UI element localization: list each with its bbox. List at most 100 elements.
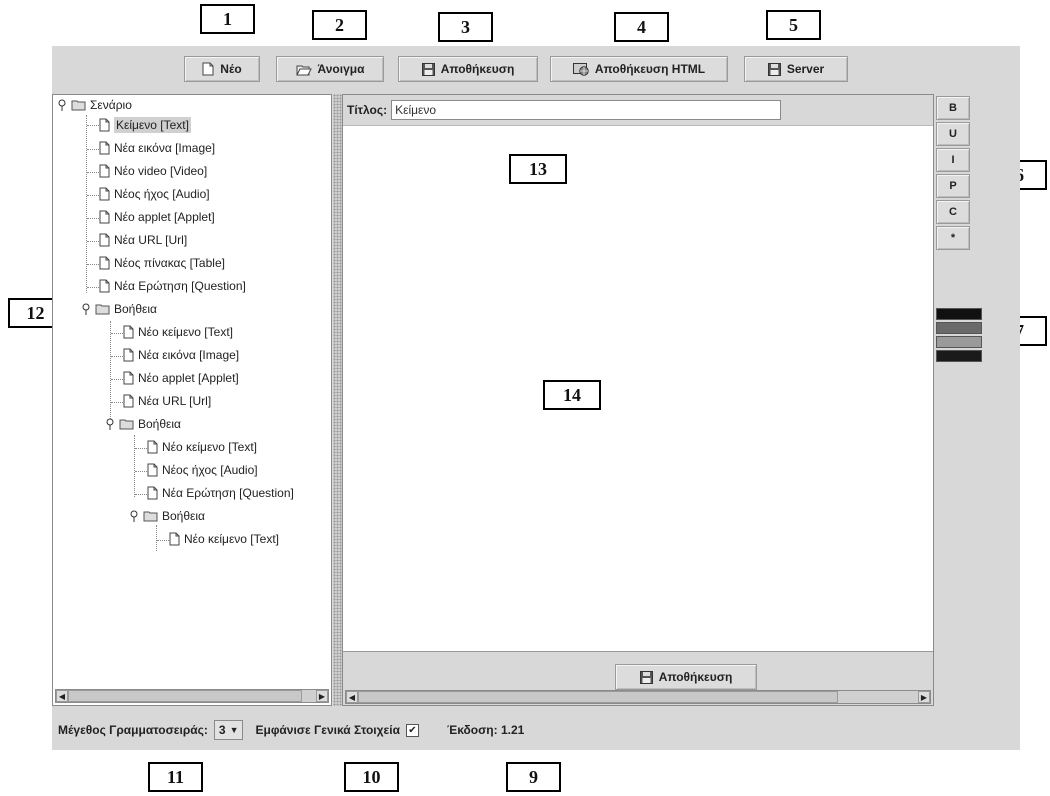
tree-node-label: Νέα URL [Url] — [114, 233, 188, 247]
tree-item[interactable]: Νέα εικόνα [Image] — [123, 345, 239, 365]
editor-horizontal-scrollbar[interactable]: ◀ ▶ — [345, 690, 931, 704]
folder-icon — [119, 418, 134, 430]
tree-connector — [157, 540, 169, 541]
tree-folder[interactable]: Βοήθεια — [105, 414, 181, 434]
folder-icon — [143, 510, 158, 522]
tree-item[interactable]: Νέο applet [Applet] — [99, 207, 215, 227]
expand-handle-icon[interactable] — [81, 303, 91, 315]
folder-icon — [71, 99, 86, 111]
scroll-thumb[interactable] — [68, 690, 302, 702]
tree-folder[interactable]: Βοήθεια — [81, 299, 157, 319]
tree-node-label: Νέο video [Video] — [114, 164, 208, 178]
tree-node-label: Νέο κείμενο [Text] — [184, 532, 279, 546]
floppy-disk-icon — [639, 670, 653, 684]
scenario-tree[interactable]: Σενάριο Κείμενο [Text] Νέα εικόνα [Image… — [52, 94, 332, 706]
open-button[interactable]: Άνοιγμα — [276, 56, 384, 82]
tree-node-label: Νέος πίνακας [Table] — [114, 256, 225, 270]
tree-folder[interactable]: Βοήθεια — [129, 506, 205, 526]
folder-icon — [95, 303, 110, 315]
callout-1: 1 — [200, 4, 255, 34]
tree-connector — [87, 195, 99, 196]
save-button-label: Αποθήκευση — [440, 62, 515, 76]
tree-item[interactable]: Νέος ήχος [Audio] — [99, 184, 210, 204]
tree-connector — [87, 287, 99, 288]
scroll-right-arrow-icon[interactable]: ▶ — [918, 691, 930, 703]
document-icon — [123, 325, 134, 339]
tree-item[interactable]: Νέο κείμενο [Text] — [169, 529, 279, 549]
title-input[interactable] — [391, 100, 782, 120]
new-button[interactable]: Νέο — [184, 56, 260, 82]
tree-horizontal-scrollbar[interactable]: ◀ ▶ — [55, 689, 329, 703]
tree-connector — [87, 218, 99, 219]
save-button[interactable]: Αποθήκευση — [398, 56, 538, 82]
expand-handle-icon[interactable] — [129, 510, 139, 522]
tree-item[interactable]: Νέος ήχος [Audio] — [147, 460, 258, 480]
document-icon — [99, 279, 110, 293]
document-icon — [99, 210, 110, 224]
document-icon — [99, 164, 110, 178]
general-items-checkbox[interactable]: ✔ — [405, 723, 419, 737]
tree-node-label: Νέος ήχος [Audio] — [114, 187, 210, 201]
dropdown-arrow-icon: ▼ — [229, 725, 239, 735]
document-icon — [99, 233, 110, 247]
new-file-icon — [202, 62, 214, 76]
tree-connector — [111, 333, 123, 334]
tree-item[interactable]: Νέα Ερώτηση [Question] — [99, 276, 246, 296]
color-swatch[interactable] — [936, 336, 982, 348]
color-swatch[interactable] — [936, 322, 982, 334]
tree-node-label: Σενάριο — [90, 98, 132, 112]
font-size-select[interactable]: 3 ▼ — [213, 720, 244, 740]
tree-item[interactable]: Νέα URL [Url] — [123, 391, 211, 411]
tree-node-label: Νέα Ερώτηση [Question] — [162, 486, 294, 500]
tree-item[interactable]: Νέο video [Video] — [99, 161, 207, 181]
save-html-button[interactable]: Αποθήκευση HTML — [550, 56, 728, 82]
tree-connector — [111, 402, 123, 403]
scroll-left-arrow-icon[interactable]: ◀ — [346, 691, 358, 703]
font-size-label: Μέγεθος Γραμματοσειράς: — [58, 723, 208, 737]
open-button-label: Άνοιγμα — [317, 62, 365, 76]
panel-splitter[interactable] — [333, 94, 342, 706]
bold-button[interactable]: B — [936, 96, 970, 120]
tree-node-label: Νέα εικόνα [Image] — [138, 348, 240, 362]
underline-button[interactable]: U — [936, 122, 970, 146]
color-swatch[interactable] — [936, 308, 982, 320]
tree-item[interactable]: Νέα εικόνα [Image] — [99, 138, 215, 158]
editor-panel: Τίτλος: 13 14 Αποθήκευση ◀ ▶ — [342, 94, 934, 706]
tree-item[interactable]: Νέα URL [Url] — [99, 230, 187, 250]
callout-9: 9 — [506, 762, 561, 792]
server-button[interactable]: Server — [744, 56, 848, 82]
expand-handle-icon[interactable] — [57, 99, 67, 111]
paragraph-button[interactable]: P — [936, 174, 970, 198]
tree-item[interactable]: Νέο κείμενο [Text] — [147, 437, 257, 457]
italic-button[interactable]: I — [936, 148, 970, 172]
tree-folder[interactable]: Σενάριο — [57, 95, 132, 115]
floppy-disk-icon — [421, 62, 435, 76]
tree-node-label: Νέα URL [Url] — [138, 394, 212, 408]
tree-connector — [87, 264, 99, 265]
tree-node-label: Νέα Ερώτηση [Question] — [114, 279, 246, 293]
tree-node-label: Κείμενο [Text] — [114, 117, 191, 133]
scroll-thumb[interactable] — [358, 691, 838, 703]
tree-node-label: Νέο applet [Applet] — [138, 371, 239, 385]
editor-save-button-label: Αποθήκευση — [658, 670, 733, 684]
tree-connector — [135, 448, 147, 449]
callout-5: 5 — [766, 10, 821, 40]
callout-14: 14 — [543, 380, 601, 410]
title-label: Τίτλος: — [347, 103, 388, 117]
center-button[interactable]: C — [936, 200, 970, 224]
status-bar: Μέγεθος Γραμματοσειράς: 3 ▼ Εμφάνισε Γεν… — [52, 710, 1020, 750]
scroll-left-arrow-icon[interactable]: ◀ — [56, 690, 68, 702]
bullet-button[interactable]: * — [936, 226, 970, 250]
version-label: Έκδοση: 1.21 — [446, 723, 525, 737]
tree-connector — [111, 356, 123, 357]
content-editor[interactable]: 13 14 — [343, 125, 933, 657]
expand-handle-icon[interactable] — [105, 418, 115, 430]
tree-item[interactable]: Νέα Ερώτηση [Question] — [147, 483, 294, 503]
tree-item[interactable]: Κείμενο [Text] — [99, 115, 191, 135]
tree-item[interactable]: Νέο applet [Applet] — [123, 368, 239, 388]
color-swatch[interactable] — [936, 350, 982, 362]
editor-save-button[interactable]: Αποθήκευση — [615, 664, 757, 690]
tree-item[interactable]: Νέος πίνακας [Table] — [99, 253, 225, 273]
scroll-right-arrow-icon[interactable]: ▶ — [316, 690, 328, 702]
tree-item[interactable]: Νέο κείμενο [Text] — [123, 322, 233, 342]
